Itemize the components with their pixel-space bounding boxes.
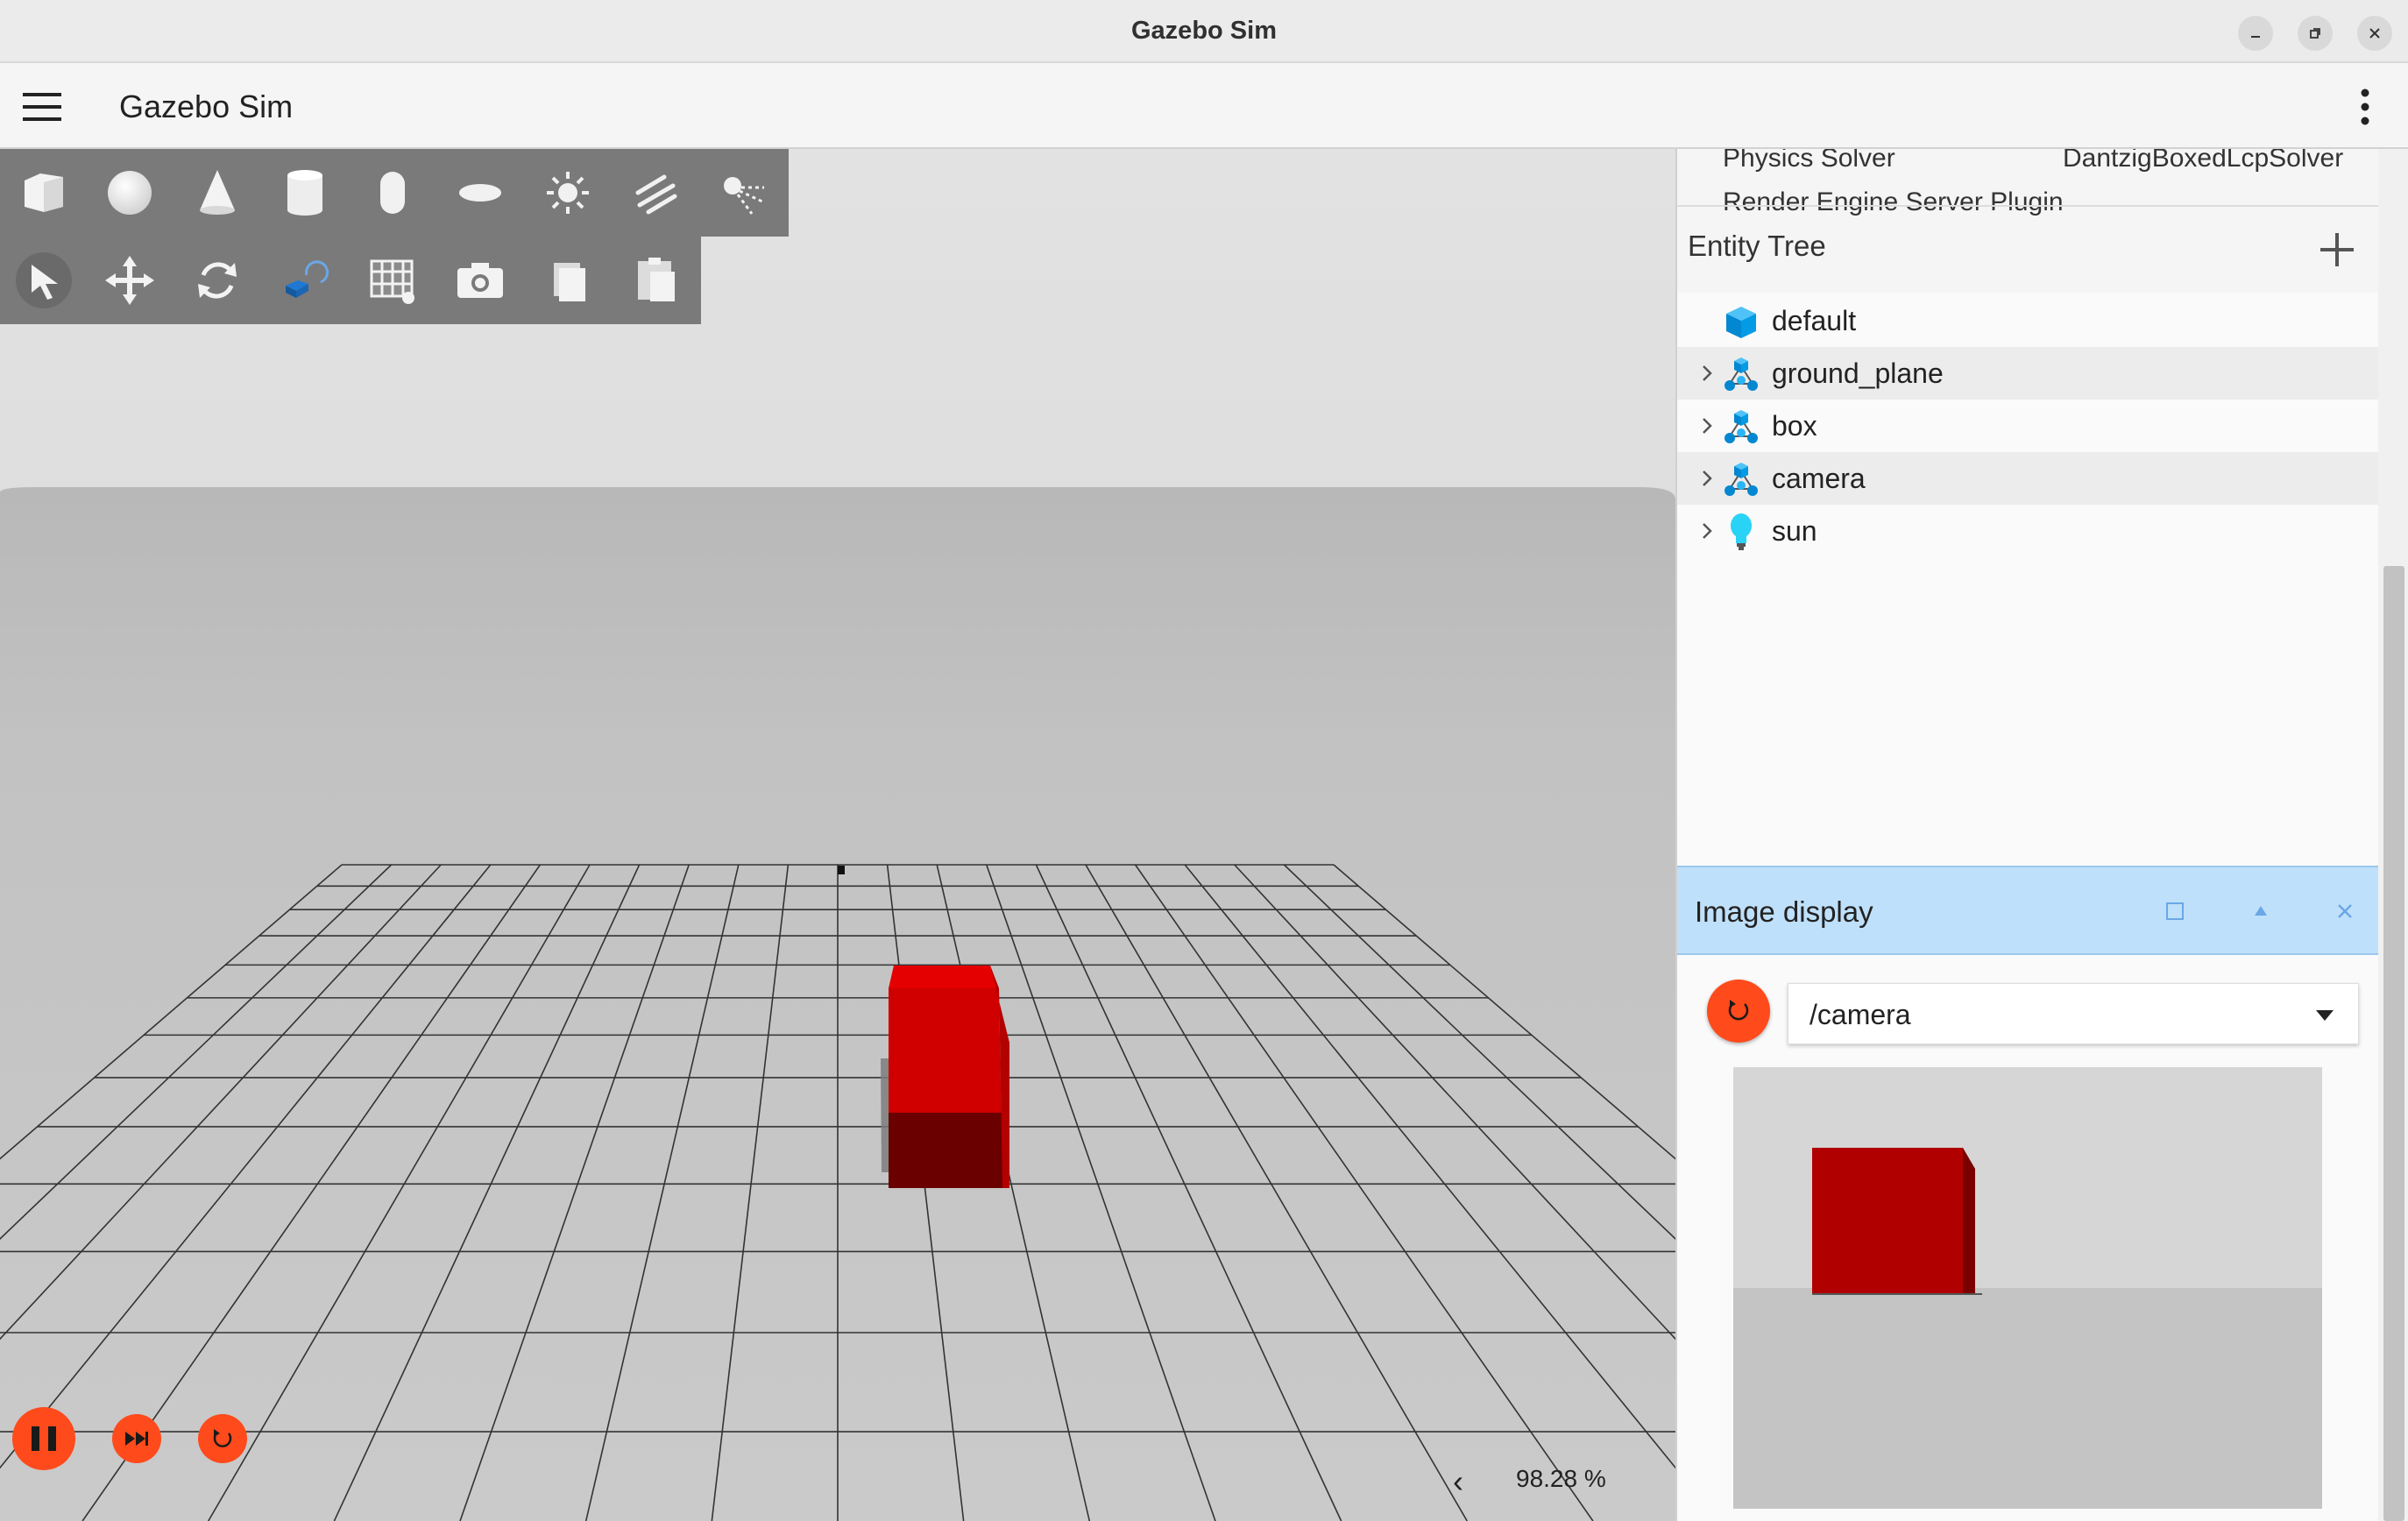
insert-cylinder-button[interactable] — [273, 161, 336, 224]
tree-item-label: camera — [1772, 463, 1866, 494]
copy-button[interactable] — [536, 249, 599, 312]
kebab-menu-icon[interactable] — [2352, 86, 2378, 128]
insert-box-button[interactable] — [12, 161, 75, 224]
cone-shape-icon — [200, 170, 235, 215]
reset-button[interactable] — [198, 1414, 247, 1463]
transform-toolbar — [0, 237, 701, 324]
scrollbar-thumb[interactable] — [2383, 566, 2404, 1521]
insert-point-light-button[interactable] — [536, 161, 599, 224]
tree-item-camera[interactable]: camera — [1677, 452, 2378, 505]
maximize-button[interactable] — [2298, 16, 2333, 51]
image-display-header: Image display — [1677, 866, 2378, 955]
origin-marker — [838, 866, 845, 874]
insert-cone-button[interactable] — [186, 161, 249, 224]
insert-capsule-button[interactable] — [361, 161, 424, 224]
image-display-plugin: Image display /camera — [1677, 866, 2378, 1521]
tree-item-box[interactable]: box — [1677, 400, 2378, 452]
transform-control-icon — [286, 260, 329, 298]
chevron-right-icon[interactable] — [1698, 520, 1716, 541]
reset-icon — [213, 1429, 232, 1447]
select-mode-button[interactable] — [12, 249, 75, 312]
app-header: Gazebo Sim — [0, 65, 2408, 149]
camera-icon — [457, 263, 503, 298]
world-cube-icon — [1726, 307, 1756, 338]
cylinder-shape-icon — [287, 170, 322, 216]
window-titlebar: Gazebo Sim — [0, 0, 2408, 63]
capsule-shape-icon — [380, 172, 405, 214]
minimize-button[interactable] — [2238, 16, 2273, 51]
light-bulb-icon — [1731, 513, 1752, 550]
select-arrow-icon — [16, 252, 72, 308]
model-icon — [1725, 357, 1758, 391]
scene-render — [0, 149, 1675, 1521]
paste-icon — [638, 258, 675, 301]
transform-control-button[interactable] — [273, 249, 336, 312]
right-panel: Physics Solver DantzigBoxedLcpSolver Ren… — [1675, 149, 2408, 1521]
restore-icon — [2310, 28, 2320, 39]
translate-mode-button[interactable] — [98, 249, 161, 312]
insert-spot-light-button[interactable] — [712, 161, 775, 224]
box-in-camera-view — [1812, 1148, 1973, 1293]
chevron-right-icon[interactable] — [1698, 415, 1716, 436]
model-icon — [1725, 410, 1758, 443]
topic-select-value: /camera — [1810, 999, 1911, 1030]
real-time-factor: 98.28 % — [1516, 1465, 1606, 1492]
property-value: DantzigBoxedLcpSolver — [2063, 149, 2344, 173]
hamburger-menu-icon[interactable] — [23, 91, 61, 123]
box-shape-icon — [25, 173, 63, 212]
camera-image-view — [1733, 1067, 2322, 1509]
collapse-up-icon[interactable] — [2245, 895, 2277, 927]
model-icon — [1725, 463, 1758, 496]
step-button[interactable] — [112, 1414, 161, 1463]
insert-sphere-button[interactable] — [98, 161, 161, 224]
entity-tree-title: Entity Tree — [1688, 230, 1826, 262]
grid-icon — [370, 259, 414, 304]
pause-button[interactable] — [12, 1407, 75, 1470]
directional-light-icon — [635, 174, 677, 215]
close-plugin-icon[interactable] — [2329, 895, 2361, 927]
rotate-icon — [198, 262, 237, 299]
shape-toolbar — [0, 149, 789, 237]
tree-item-sun[interactable]: sun — [1677, 505, 2378, 557]
window-title: Gazebo Sim — [1131, 17, 1277, 45]
caret-down-icon — [2316, 1010, 2334, 1021]
tree-item-label: ground_plane — [1772, 357, 1944, 389]
fast-forward-icon — [125, 1432, 148, 1446]
close-window-button[interactable] — [2357, 16, 2392, 51]
topic-select[interactable]: /camera — [1788, 983, 2359, 1044]
float-window-icon[interactable] — [2159, 895, 2191, 927]
chevron-right-icon[interactable] — [1698, 468, 1716, 489]
app-title: Gazebo Sim — [119, 88, 294, 124]
insert-ellipsoid-button[interactable] — [449, 161, 512, 224]
refresh-icon — [1728, 1000, 1749, 1021]
minimize-icon — [2251, 36, 2260, 38]
plus-icon[interactable] — [2317, 230, 2357, 270]
scene-3d-viewport[interactable]: ‹ 98.28 % — [0, 149, 1675, 1521]
move-arrows-icon — [105, 256, 154, 305]
insert-directional-light-button[interactable] — [624, 161, 687, 224]
tree-item-label: default — [1772, 305, 1857, 336]
ellipsoid-shape-icon — [459, 184, 501, 202]
red-box[interactable] — [881, 966, 1009, 1188]
pause-icon — [32, 1426, 56, 1451]
spot-light-icon — [724, 177, 764, 215]
tree-item-ground-plane[interactable]: ground_plane — [1677, 347, 2378, 400]
rotate-mode-button[interactable] — [186, 249, 249, 312]
close-icon — [2369, 28, 2380, 39]
property-label: Physics Solver — [1723, 149, 1895, 173]
sphere-shape-icon — [108, 171, 152, 215]
copy-icon — [554, 263, 585, 301]
tree-item-label: box — [1772, 410, 1817, 442]
paste-button[interactable] — [624, 249, 687, 312]
entity-tree-header: Entity Tree — [1677, 205, 2378, 293]
image-display-title: Image display — [1695, 895, 1873, 928]
grid-snap-button[interactable] — [361, 249, 424, 312]
tree-item-label: sun — [1772, 515, 1817, 547]
chevron-right-icon[interactable] — [1698, 363, 1716, 384]
point-light-icon — [547, 172, 589, 214]
refresh-topics-button[interactable] — [1707, 980, 1770, 1043]
tree-item-default[interactable]: default — [1677, 294, 2378, 347]
collapse-stats-icon[interactable]: ‹ — [1453, 1463, 1463, 1500]
screenshot-button[interactable] — [449, 249, 512, 312]
